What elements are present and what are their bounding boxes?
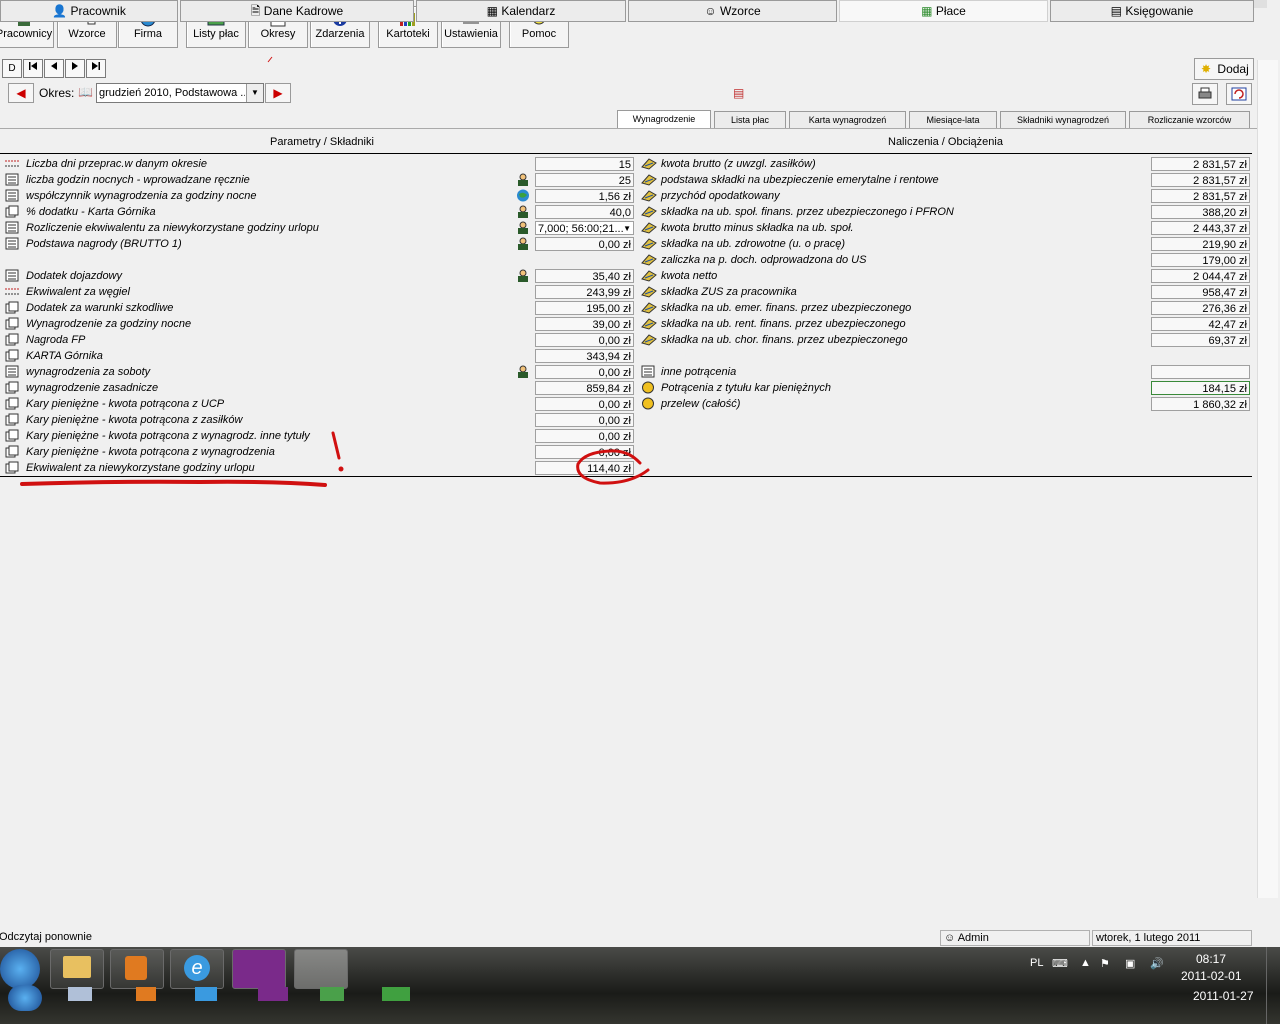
spreadsheet-icon: ▦ <box>921 4 933 18</box>
app-icon <box>258 987 288 1001</box>
show-desktop-button[interactable] <box>1266 947 1280 1024</box>
clock-date-2: 2011-01-27 <box>1193 989 1254 1003</box>
taskbar: e PL ⌨ ▲ ⚑ ▣ 🔊 08:17 2011-02-01 2011-01-… <box>0 947 1280 1024</box>
status-user: ☺ Admin <box>940 930 1090 946</box>
start-button[interactable] <box>0 949 40 989</box>
ie-icon: e <box>184 955 210 981</box>
status-message: Odczytaj ponownie <box>0 930 929 944</box>
folder-icon <box>63 956 91 978</box>
taskbar-ie[interactable]: e <box>170 949 224 989</box>
taskbar-explorer[interactable] <box>50 949 104 989</box>
taskbar-media[interactable] <box>110 949 164 989</box>
bottom-tab-ksiegowanie[interactable]: ▤ Księgowanie <box>1050 0 1254 22</box>
ksiegowanie-label: Księgowanie <box>1125 4 1194 18</box>
show-hidden-icon[interactable]: ▲ <box>1080 957 1091 969</box>
templates-icon: ☺ <box>704 4 717 18</box>
status-user-label: Admin <box>957 932 989 944</box>
bottom-tab-place[interactable]: ▦ Płace <box>839 0 1048 22</box>
ie-icon <box>195 987 217 1001</box>
clock-time[interactable]: 08:17 <box>1196 952 1226 966</box>
flag-icon[interactable]: ⚑ <box>1100 957 1110 970</box>
volume-icon[interactable]: 🔊 <box>1150 957 1164 970</box>
tray-language[interactable]: PL <box>1030 957 1043 969</box>
folder-icon <box>68 987 92 1001</box>
status-bar: Odczytaj ponownie ☺ Admin wtorek, 1 lute… <box>0 930 1258 946</box>
bottom-tab-wzorce[interactable]: ☺ Wzorce <box>628 0 837 22</box>
calendar-icon: ▦ <box>486 4 498 18</box>
user-icon: ☺ <box>944 932 956 944</box>
media-player-icon <box>136 987 156 1001</box>
employee-icon: 👤 <box>52 4 68 18</box>
bottom-tab-kalendarz[interactable]: ▦ Kalendarz <box>416 0 626 22</box>
ledger-icon: ▤ <box>1110 4 1122 18</box>
place-label: Płace <box>935 4 966 18</box>
bottom-tab-dane-kadrowe[interactable]: 🗎 Dane Kadrowe <box>180 0 414 22</box>
app-icon <box>320 987 344 1001</box>
bottom-tab-pracownik[interactable]: 👤 Pracownik <box>0 0 178 22</box>
taskbar-row2 <box>60 987 420 1003</box>
taskbar-app1[interactable] <box>232 949 286 989</box>
keyboard-icon[interactable]: ⌨ <box>1052 957 1068 970</box>
start-button-2[interactable] <box>8 985 42 1011</box>
wzorce-label: Wzorce <box>719 4 761 18</box>
dane-kadrowe-label: Dane Kadrowe <box>263 4 344 18</box>
clock-date[interactable]: 2011-02-01 <box>1181 969 1242 983</box>
network-icon[interactable]: ▣ <box>1125 957 1135 970</box>
taskbar-app2[interactable] <box>294 949 348 989</box>
document-icon: 🗎 <box>250 4 261 18</box>
pracownik-label: Pracownik <box>70 4 126 18</box>
media-player-icon <box>125 956 147 980</box>
spreadsheet-icon <box>382 987 410 1001</box>
status-date: wtorek, 1 lutego 2011 <box>1092 930 1252 946</box>
kalendarz-label: Kalendarz <box>501 4 556 18</box>
red-annotation <box>20 56 650 487</box>
